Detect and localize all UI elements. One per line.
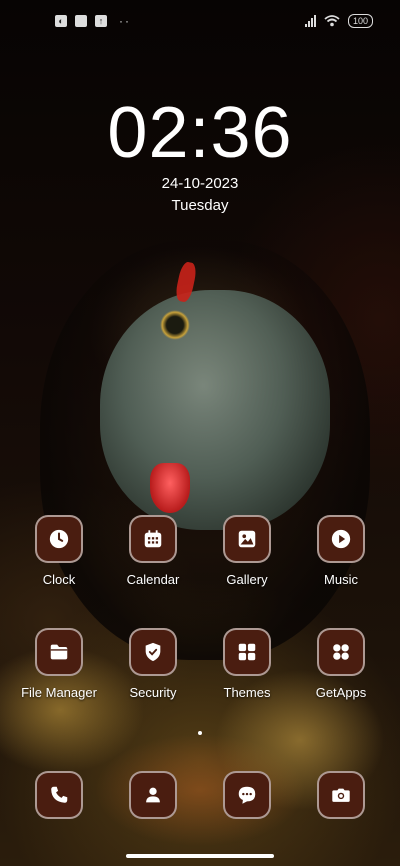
play-icon: [317, 515, 365, 563]
app-themes[interactable]: Themes: [197, 628, 297, 700]
clock-icon: [35, 515, 83, 563]
app-file-manager[interactable]: File Manager: [9, 628, 109, 700]
app-label: Gallery: [226, 572, 268, 587]
page-indicator: [0, 731, 400, 735]
dock-phone[interactable]: [9, 771, 109, 819]
more-notifications-icon: ··: [119, 14, 131, 28]
status-right: 100: [304, 14, 373, 28]
app-clock[interactable]: Clock: [9, 515, 109, 587]
upload-icon: ↑: [95, 15, 107, 27]
page-dot-active: [198, 731, 202, 735]
camera-icon: [317, 771, 365, 819]
app-label: Clock: [42, 572, 76, 587]
phone-icon: [35, 771, 83, 819]
grid-icon: [223, 628, 271, 676]
wifi-icon: [324, 15, 340, 27]
wallpaper-face: [100, 290, 330, 530]
app-label: Calendar: [126, 572, 180, 587]
app-music[interactable]: Music: [291, 515, 391, 587]
folder-icon: [35, 628, 83, 676]
gallery-icon: [223, 515, 271, 563]
signal-icon: [304, 15, 316, 27]
app-label: Security: [129, 685, 177, 700]
notification-icon: ◐: [55, 15, 67, 27]
lock-clock-time: 02:36: [107, 93, 293, 173]
shield-icon: [129, 628, 177, 676]
app-gallery[interactable]: Gallery: [197, 515, 297, 587]
status-left: ◐ ↑ ··: [55, 14, 131, 28]
wallpaper-tongue: [150, 463, 190, 513]
app-label: Music: [324, 572, 358, 587]
app-security[interactable]: Security: [103, 628, 203, 700]
calendar-icon: [129, 515, 177, 563]
dock-camera[interactable]: [291, 771, 391, 819]
lock-clock-day: Tuesday: [171, 197, 229, 214]
app-label: GetApps: [315, 685, 367, 700]
status-bar: ◐ ↑ ·· 100: [0, 0, 400, 44]
messages-icon: [223, 771, 271, 819]
square-icon: [75, 15, 87, 27]
app-calendar[interactable]: Calendar: [103, 515, 203, 587]
lock-clock-date: 24-10-2023: [161, 175, 239, 192]
home-gesture-bar[interactable]: [126, 854, 274, 858]
contacts-icon: [129, 771, 177, 819]
apps-icon: [317, 628, 365, 676]
dock-contacts[interactable]: [103, 771, 203, 819]
app-label: Themes: [223, 685, 271, 700]
app-label: File Manager: [21, 685, 97, 700]
wallpaper-tika: [160, 310, 190, 340]
battery-indicator: 100: [347, 14, 373, 28]
app-getapps[interactable]: GetApps: [291, 628, 391, 700]
dock-messages[interactable]: [197, 771, 297, 819]
